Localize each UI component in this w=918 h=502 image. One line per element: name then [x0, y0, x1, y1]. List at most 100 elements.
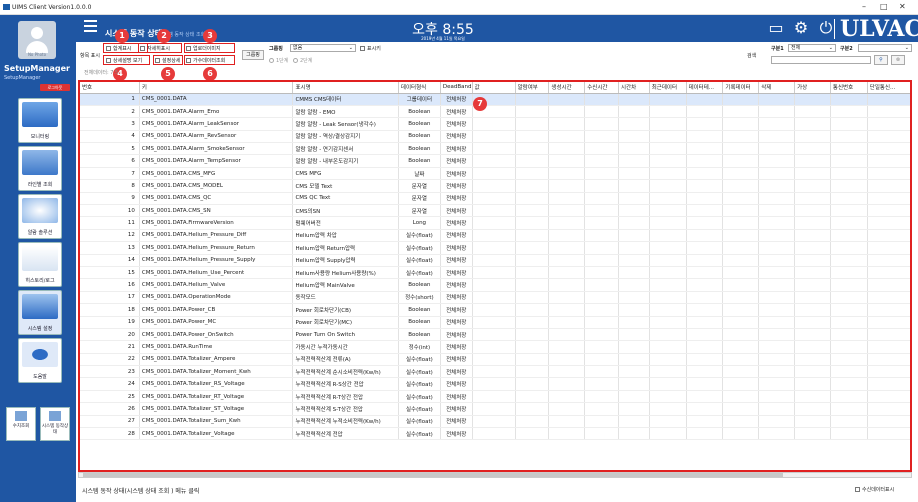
- received-data-checkbox[interactable]: 수신데이터표시: [855, 486, 894, 493]
- column-header[interactable]: 수신시간: [584, 82, 619, 94]
- table-row[interactable]: 4 CMS_0001.DATA.Alarm_RevSensor 알람 알람 - 역상…: [80, 130, 910, 144]
- column-header[interactable]: 통신번호: [830, 82, 868, 94]
- table-row[interactable]: 22 CMS_0001.DATA.Totalizer_Ampere 누적전력적산계 …: [80, 353, 910, 367]
- column-header[interactable]: 생성시간: [548, 82, 586, 94]
- table-cell: [515, 266, 550, 280]
- table-row[interactable]: 14 CMS_0001.DATA.Helium_Pressure_Supply He…: [80, 254, 910, 267]
- table-cell: [686, 254, 724, 267]
- close-button[interactable]: ✕: [899, 2, 906, 11]
- sidebar: No Photo SetupManager SetupManager 로그아웃 …: [0, 15, 76, 502]
- table-cell: [584, 229, 619, 243]
- table-row[interactable]: 9 CMS_0001.DATA.CMS_QC CMS QC Text 문자열 전체처장: [80, 192, 910, 206]
- column-header[interactable]: 키: [139, 82, 294, 94]
- table-cell: [722, 328, 760, 342]
- column-header[interactable]: 시간차: [618, 82, 650, 94]
- column-header[interactable]: 표시명: [292, 82, 399, 94]
- table-row[interactable]: 11 CMS_0001.DATA.FirmwareVersion 펌웨어버전 Long…: [80, 216, 910, 230]
- table-row[interactable]: 2 CMS_0001.DATA.Alarm_Emo 알람 알람 - EMO Boole…: [80, 105, 910, 119]
- column-header[interactable]: 알람여부: [515, 82, 550, 94]
- monitor-toggle-icon[interactable]: ▭: [766, 18, 786, 38]
- settings-gear-icon[interactable]: ⚙: [791, 18, 811, 38]
- table-cell: [722, 204, 760, 218]
- sidebar-item-system-settings[interactable]: 시스템 설정: [18, 290, 62, 335]
- column-header[interactable]: 삭제: [758, 82, 796, 94]
- logout-button[interactable]: 로그아웃: [40, 84, 70, 91]
- search-input[interactable]: [771, 56, 871, 64]
- column-header[interactable]: 데이터테...: [686, 82, 724, 94]
- table-cell: 알람 알람 - 역상/결상감지기: [292, 130, 399, 144]
- minimize-button[interactable]: –: [862, 2, 866, 11]
- table-cell: [758, 365, 796, 379]
- column-header[interactable]: 최근데이터: [649, 82, 687, 94]
- sidebar-item-line-view[interactable]: 라인별 조회: [18, 146, 62, 191]
- table-row[interactable]: 17 CMS_0001.DATA.OperationMode 동작모드 정수(shor…: [80, 291, 910, 305]
- table-row[interactable]: 20 CMS_0001.DATA.Power_OnSwitch Power Turn…: [80, 328, 910, 342]
- table-row[interactable]: 23 CMS_0001.DATA.Totalizer_Moment_Kwh 누적전력…: [80, 365, 910, 379]
- sidebar-item-value-lookup[interactable]: 수치조회: [6, 407, 36, 441]
- table-cell: CMS_0001.DATA.Totalizer_Moment_Kwh: [139, 365, 294, 379]
- sidebar-item-history-log[interactable]: 히스토리/로그: [18, 242, 62, 287]
- sidebar-item-help[interactable]: 도움말: [18, 338, 62, 383]
- table-row[interactable]: 12 CMS_0001.DATA.Helium_Pressure_Diff Heli…: [80, 229, 910, 243]
- table-cell: [758, 105, 796, 119]
- setting-detail-checkbox[interactable]: 설정상세: [155, 57, 180, 64]
- column-header[interactable]: 값: [472, 82, 516, 94]
- table-cell: [794, 415, 831, 429]
- table-row[interactable]: 28 CMS_0001.DATA.Totalizer_Voltage 누적전력적산계…: [80, 427, 910, 441]
- column-header[interactable]: 기록데이터: [722, 82, 760, 94]
- show-description-checkbox[interactable]: 상세설명 보기: [106, 57, 142, 64]
- table-row[interactable]: 7 CMS_0001.DATA.CMS_MFG CMS MFG 날짜 전체처장: [80, 167, 910, 181]
- column-header[interactable]: 가상: [794, 82, 831, 94]
- table-row[interactable]: 10 CMS_0001.DATA.CMS_SN CMS의SN 문자열 전체처장: [80, 204, 910, 218]
- table-row[interactable]: 6 CMS_0001.DATA.Alarm_TempSensor 알람 알람 - 내…: [80, 154, 910, 168]
- table-cell: [584, 241, 619, 255]
- group-select[interactable]: 없음 ⌄: [290, 44, 356, 52]
- show-detail-checkbox[interactable]: 자세히표시: [140, 45, 170, 52]
- table-row[interactable]: 19 CMS_0001.DATA.Power_MC Power 회로차단기(MC) B…: [80, 316, 910, 329]
- column-header[interactable]: 데이터형식: [398, 82, 441, 94]
- search-button[interactable]: ⚲: [874, 55, 888, 65]
- level2-radio[interactable]: 2단계: [293, 57, 312, 64]
- clear-search-button[interactable]: ⊗: [891, 55, 905, 65]
- table-row[interactable]: 1 CMS_0001.DATA CMMS CMS데이터 그룹데이터 전체처장: [80, 93, 910, 106]
- virtual-data-checkbox[interactable]: 가수데이터조회: [186, 57, 225, 64]
- table-row[interactable]: 27 CMS_0001.DATA.Totalizer_Sum_Kwh 누적전력적산계…: [80, 415, 910, 429]
- sidebar-item-system-status[interactable]: 시스템 동작상태: [40, 407, 70, 441]
- table-cell: [548, 316, 586, 329]
- sidebar-item-monitoring[interactable]: 모니터링: [18, 98, 62, 143]
- show-key-checkbox[interactable]: 표시키: [360, 45, 381, 52]
- power-icon[interactable]: ⏻: [816, 18, 836, 38]
- column-header[interactable]: 단일통신...: [867, 82, 910, 94]
- table-row[interactable]: 24 CMS_0001.DATA.Totalizer_RS_Voltage 누적전력…: [80, 377, 910, 391]
- horizontal-scrollbar[interactable]: [78, 472, 912, 478]
- table-cell: [515, 427, 550, 441]
- table-cell: 전체처장: [440, 241, 473, 255]
- sidebar-item-alarm-solution[interactable]: 알람 솔루션: [18, 194, 62, 239]
- hamburger-menu-icon[interactable]: [84, 20, 97, 32]
- table-row[interactable]: 5 CMS_0001.DATA.Alarm_SmokeSensor 알람 알람 - …: [80, 142, 910, 156]
- level1-radio[interactable]: 1단계: [269, 57, 288, 64]
- table-row[interactable]: 18 CMS_0001.DATA.Power_CB Power 회로차단기(CB) B…: [80, 303, 910, 317]
- show-total-checkbox[interactable]: 합계표시: [106, 45, 131, 52]
- group1-select[interactable]: 전체 ⌄: [788, 44, 836, 52]
- table-row[interactable]: 8 CMS_0001.DATA.CMS_MODEL CMS 모델 Text 문자열 전체…: [80, 179, 910, 193]
- table-row[interactable]: 16 CMS_0001.DATA.Helium_Valve Helium압력 Mai…: [80, 278, 910, 292]
- table-row[interactable]: 26 CMS_0001.DATA.Totalizer_ST_Voltage 누적전력…: [80, 402, 910, 416]
- scrollbar-thumb[interactable]: [83, 473, 783, 477]
- table-cell: [515, 254, 550, 267]
- grouping-button[interactable]: 그룹핑: [242, 50, 264, 60]
- column-header[interactable]: DeadBand: [440, 82, 473, 94]
- table-row[interactable]: 13 CMS_0001.DATA.Helium_Pressure_Return He…: [80, 241, 910, 255]
- table-row[interactable]: 3 CMS_0001.DATA.Alarm_LeakSensor 알람 알람 - L…: [80, 117, 910, 131]
- annotation-badge-3: 3: [203, 29, 217, 43]
- uploader-image-checkbox[interactable]: 업로더이미지: [186, 45, 221, 52]
- table-cell: [548, 427, 586, 441]
- table-cell: [548, 328, 586, 342]
- table-row[interactable]: 21 CMS_0001.DATA.RunTime 가동시간 누적가동시간 정수(int…: [80, 340, 910, 354]
- table-row[interactable]: 15 CMS_0001.DATA.Helium_Use_Percent Helium…: [80, 266, 910, 280]
- column-header[interactable]: 번호: [80, 82, 140, 94]
- table-row[interactable]: 25 CMS_0001.DATA.Totalizer_RT_Voltage 누적전력…: [80, 390, 910, 404]
- group2-select[interactable]: ⌄: [858, 44, 912, 52]
- maximize-button[interactable]: □: [880, 2, 888, 11]
- table-cell: [472, 377, 516, 391]
